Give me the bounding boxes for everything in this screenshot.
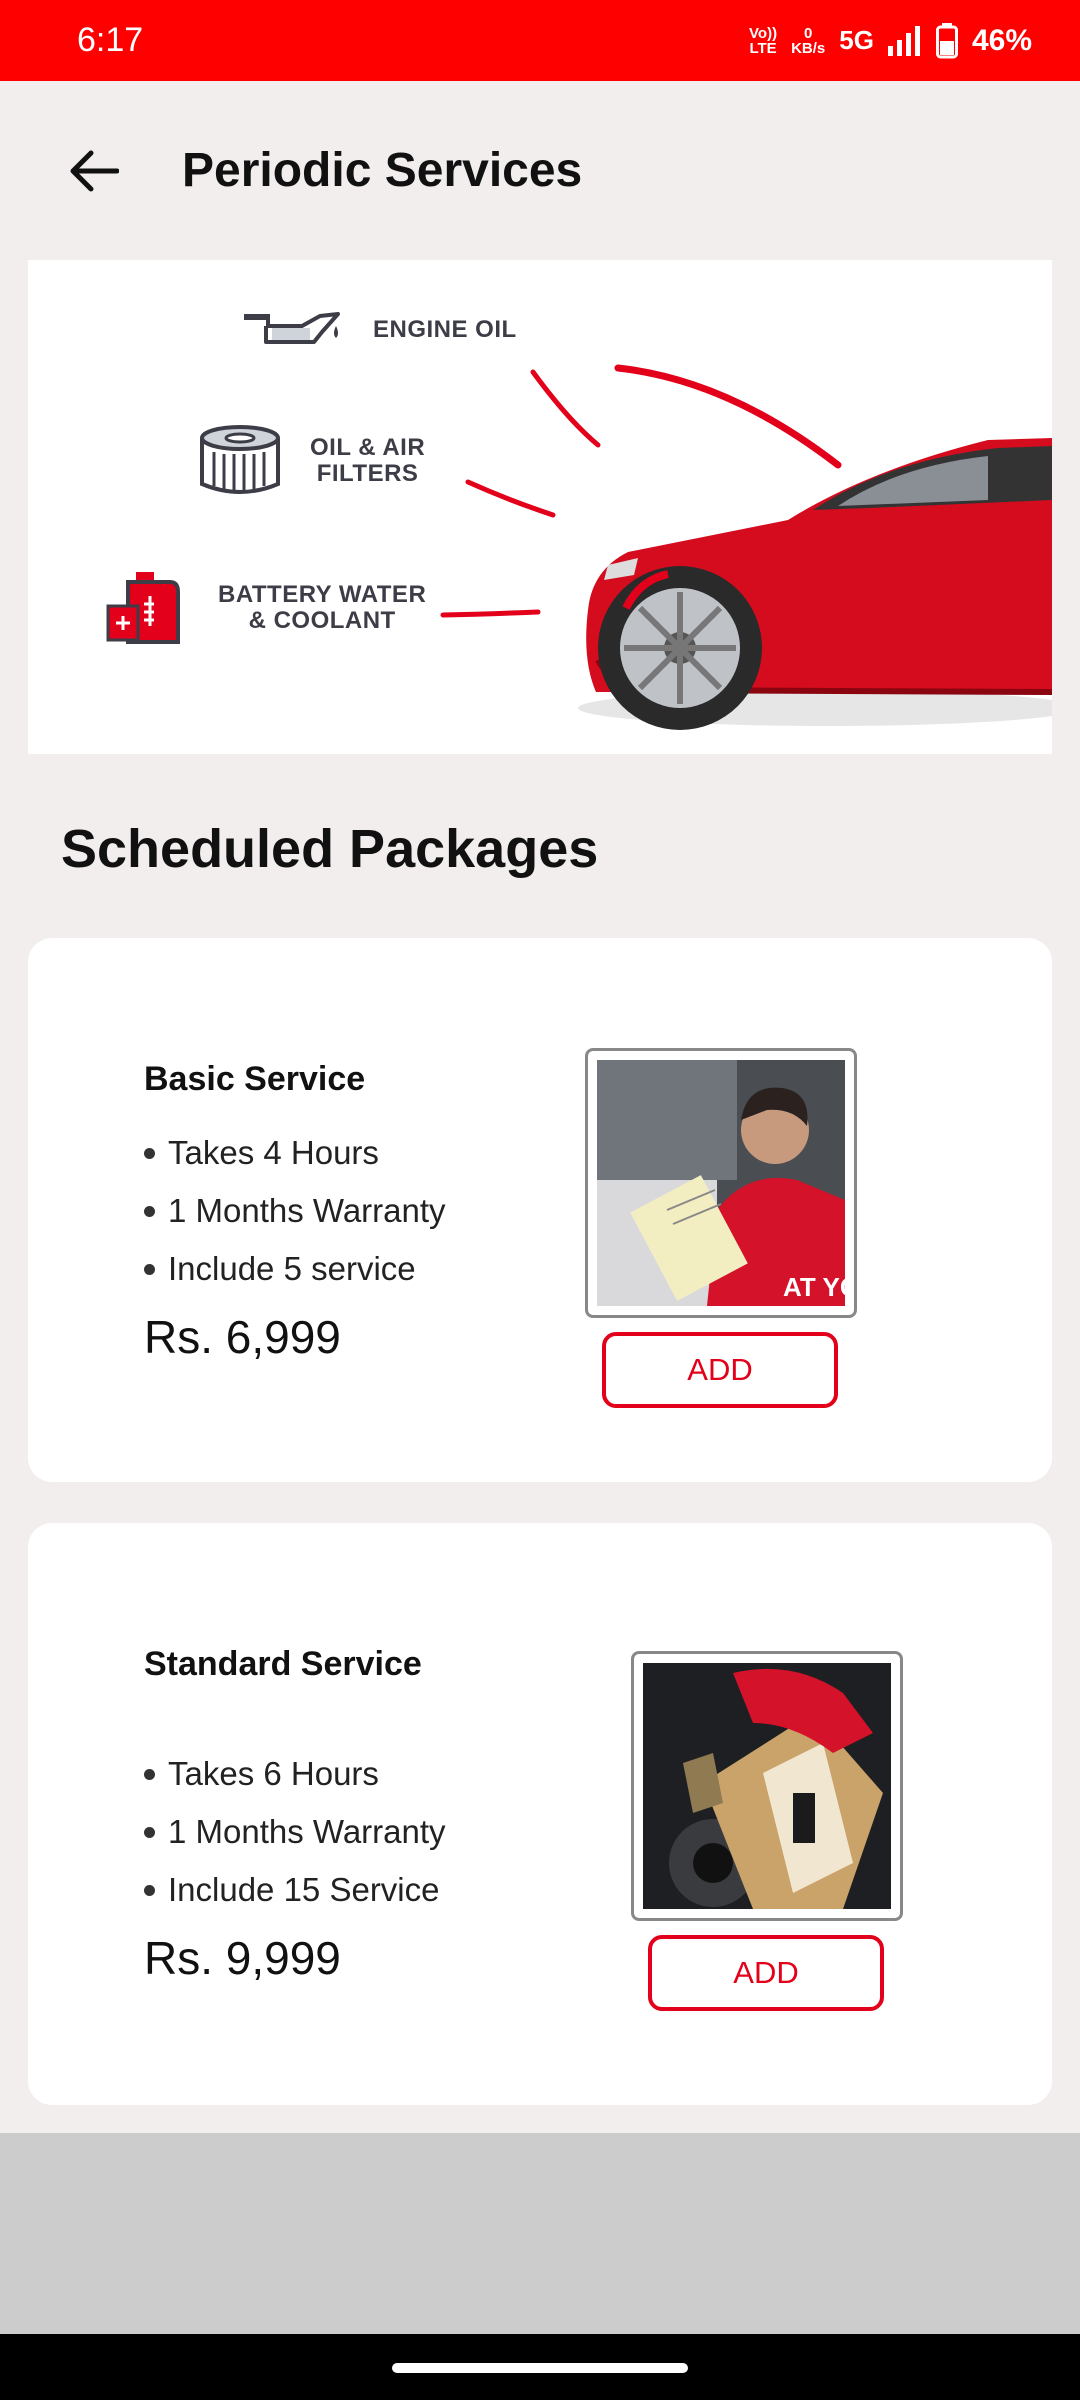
section-title: Scheduled Packages bbox=[61, 819, 599, 879]
data-speed-indicator: 0 KB/s bbox=[791, 24, 826, 57]
app-bar: Periodic Services bbox=[0, 81, 1080, 261]
bullet-icon bbox=[144, 1263, 155, 1275]
package-features: Takes 4 Hours 1 Months Warranty Include … bbox=[144, 1124, 446, 1298]
bullet-icon bbox=[144, 1768, 155, 1780]
volte-indicator: Vo)) LTE bbox=[749, 24, 778, 57]
feature-item: 1 Months Warranty bbox=[144, 1182, 446, 1240]
svg-text:AT YO: AT YO bbox=[783, 1272, 845, 1302]
mechanic-checklist-image: AT YO bbox=[597, 1060, 845, 1306]
package-title: Basic Service bbox=[144, 1060, 366, 1098]
add-button[interactable]: ADD bbox=[602, 1332, 838, 1408]
bullet-icon bbox=[144, 1147, 155, 1159]
feature-item: Include 15 Service bbox=[144, 1861, 446, 1919]
add-button[interactable]: ADD bbox=[648, 1935, 884, 2011]
package-price: Rs. 9,999 bbox=[144, 1932, 341, 1984]
status-time: 6:17 bbox=[77, 21, 144, 59]
network-type: 5G bbox=[839, 25, 874, 55]
arrow-left-icon bbox=[70, 150, 119, 192]
bottom-sheet-area bbox=[0, 2133, 1080, 2334]
package-title: Standard Service bbox=[144, 1645, 422, 1683]
battery-percent: 46% bbox=[971, 23, 1032, 57]
package-image: AT YO bbox=[585, 1048, 857, 1318]
motor-oil-pour-image bbox=[643, 1663, 891, 1909]
package-features: Takes 6 Hours 1 Months Warranty Include … bbox=[144, 1745, 446, 1919]
package-card: Standard Service Takes 6 Hours 1 Months … bbox=[28, 1523, 1052, 2105]
promo-banner: ENGINE OIL OIL & AIR FILTERS BATTERY WAT… bbox=[28, 260, 1052, 754]
package-image bbox=[631, 1651, 903, 1921]
feature-item: Takes 6 Hours bbox=[144, 1745, 446, 1803]
battery-icon bbox=[935, 22, 958, 58]
feature-item: Include 5 service bbox=[144, 1240, 446, 1298]
bullet-icon bbox=[144, 1205, 155, 1217]
signal-icon bbox=[887, 25, 920, 56]
feature-item: 1 Months Warranty bbox=[144, 1803, 446, 1861]
status-bar: 6:17 Vo)) LTE 0 KB/s 5G 46% bbox=[0, 0, 1080, 81]
status-icons: Vo)) LTE 0 KB/s 5G 46% bbox=[749, 22, 1032, 59]
package-card: Basic Service Takes 4 Hours 1 Months War… bbox=[28, 938, 1052, 1482]
red-car-illustration bbox=[578, 438, 1052, 730]
page-title: Periodic Services bbox=[182, 144, 583, 197]
bullet-icon bbox=[144, 1884, 155, 1896]
back-button[interactable] bbox=[58, 136, 128, 206]
bullet-icon bbox=[144, 1826, 155, 1838]
feature-item: Takes 4 Hours bbox=[144, 1124, 446, 1182]
package-price: Rs. 6,999 bbox=[144, 1311, 341, 1363]
home-gesture-handle[interactable] bbox=[392, 2363, 688, 2373]
